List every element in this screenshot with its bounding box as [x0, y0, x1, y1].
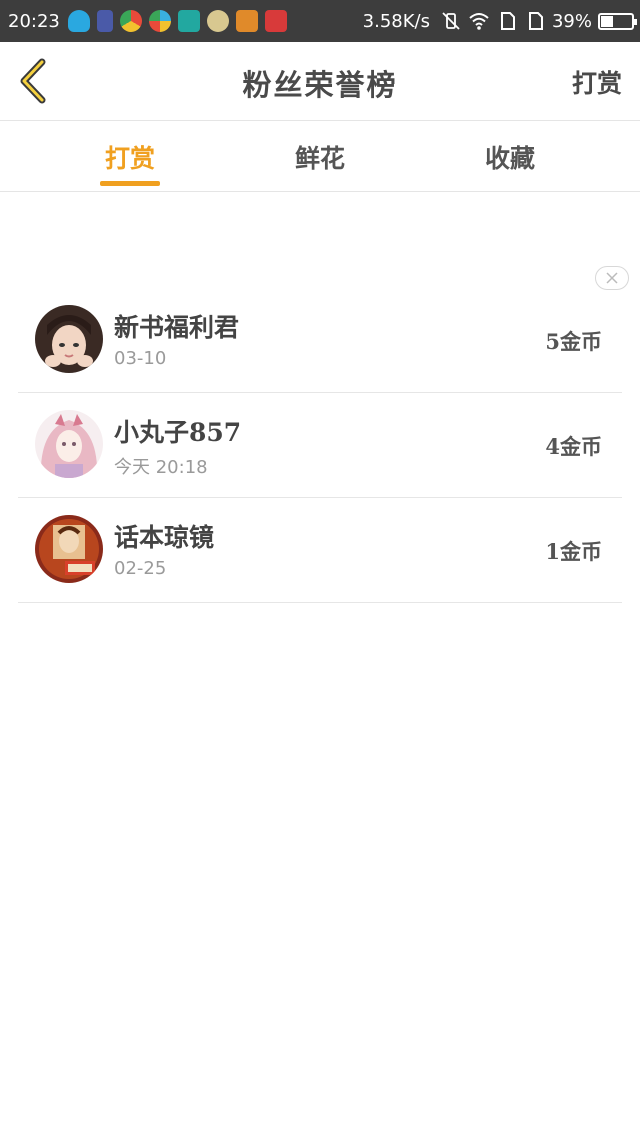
- notification-icons: [67, 10, 294, 32]
- tab-bar: 打赏 鲜花 收藏: [0, 121, 640, 192]
- chrome-icon: [119, 10, 142, 32]
- tip-amount: 5金币: [545, 329, 602, 354]
- fan-ranking-list: 新书福利君 03-10 5金币 小丸子857 今天 20:18 4金币 话本琼镜…: [18, 288, 622, 603]
- qiku-icon: [264, 10, 287, 32]
- tab-tip[interactable]: 打赏: [70, 139, 190, 175]
- close-button[interactable]: [595, 266, 629, 290]
- sim2-icon: [528, 12, 543, 30]
- tip-amount: 4金币: [545, 434, 602, 459]
- fan-date: 03-10: [114, 348, 167, 369]
- battery-percent: 39%: [551, 10, 592, 32]
- page-title: 粉丝荣誉榜: [242, 68, 398, 102]
- list-item[interactable]: 新书福利君 03-10 5金币: [18, 288, 622, 393]
- scan-icon: [177, 10, 200, 32]
- tip-amount: 1金币: [545, 539, 602, 564]
- battery-icon: [598, 12, 637, 30]
- close-icon: [606, 272, 618, 284]
- tab-flowers[interactable]: 鲜花: [260, 139, 380, 175]
- list-item[interactable]: 小丸子857 今天 20:18 4金币: [18, 393, 622, 498]
- fan-name: 小丸子857: [114, 418, 242, 447]
- mail-icon: [235, 10, 258, 32]
- fan-name: 新书福利君: [114, 313, 240, 342]
- monkey-icon: [206, 10, 229, 32]
- qq-icon: [67, 10, 90, 32]
- tower-icon: [96, 10, 113, 32]
- tab-active-indicator: [100, 181, 160, 186]
- fan-date: 今天 20:18: [114, 457, 208, 478]
- header: 粉丝荣誉榜 打赏: [0, 42, 640, 121]
- tab-favorites[interactable]: 收藏: [450, 139, 570, 175]
- net-speed: 3.58K/s: [362, 10, 430, 32]
- sim1-icon: [500, 12, 515, 30]
- battery-level: [601, 15, 613, 27]
- tip-button[interactable]: 打赏: [572, 64, 622, 100]
- status-time: 20:23: [8, 10, 60, 32]
- avatar: [35, 305, 103, 373]
- mute-vibrate-icon: [442, 12, 460, 30]
- status-bar: 20:23 3.58K/s 39%: [0, 0, 640, 42]
- avatar: [35, 410, 103, 478]
- fan-name: 话本琼镜: [114, 523, 215, 552]
- list-item[interactable]: 话本琼镜 02-25 1金币: [18, 498, 622, 603]
- avatar: [35, 515, 103, 583]
- play-icon: [148, 10, 171, 32]
- wifi-icon: [469, 13, 489, 30]
- fan-date: 02-25: [114, 558, 167, 579]
